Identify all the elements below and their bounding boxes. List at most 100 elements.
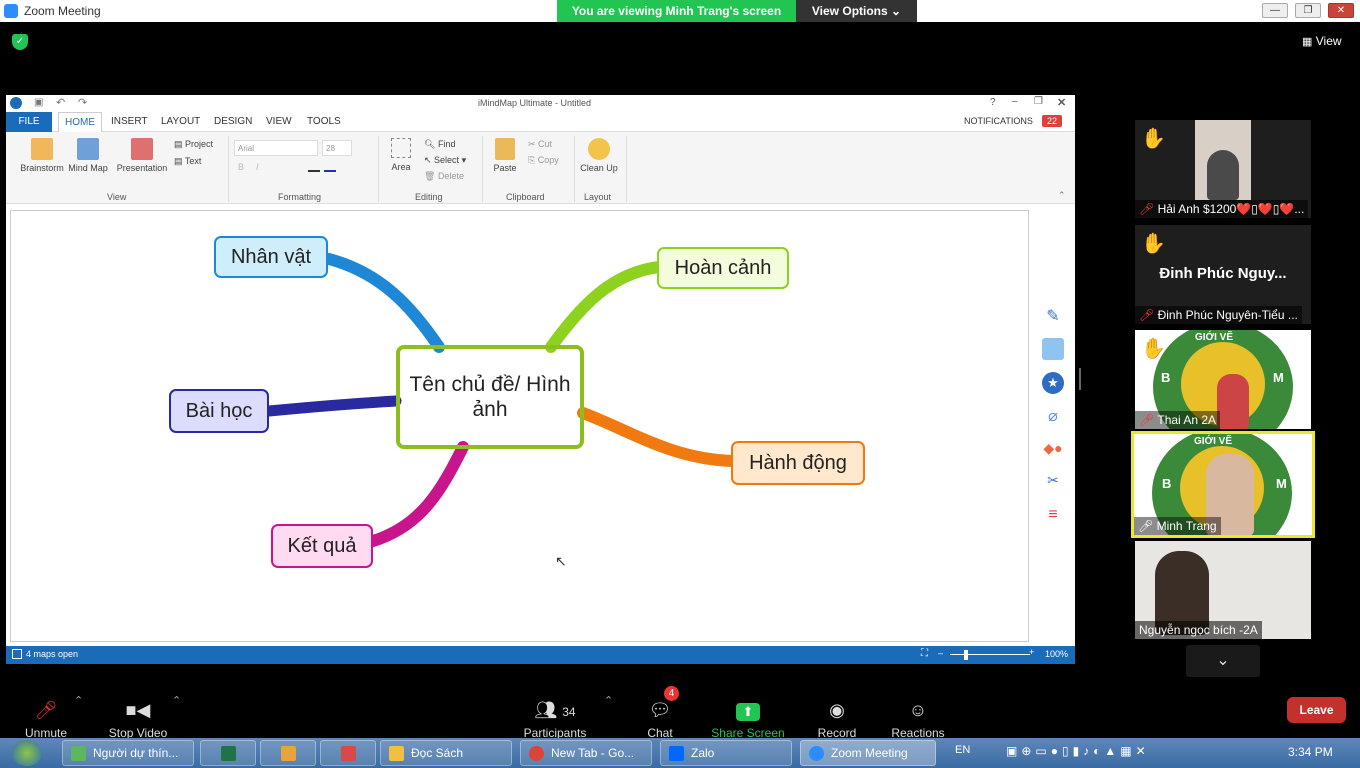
grid-icon: ▦	[1302, 36, 1313, 48]
unmute-button[interactable]: 🎤︎ Unmute	[18, 700, 74, 740]
share-screen-button[interactable]: ⬆ Share Screen	[710, 700, 786, 740]
maximize-button[interactable]: ❐	[1295, 3, 1321, 18]
branch-node-hoan-canh[interactable]: Hoàn cảnh	[657, 247, 789, 289]
clean-up-button[interactable]: Clean Up	[578, 138, 620, 173]
taskbar-item-zalo[interactable]: Zalo	[660, 740, 792, 766]
tab-layout[interactable]: LAYOUT	[161, 116, 200, 127]
zoom-title-bar: Zoom Meeting You are viewing Minh Trang'…	[0, 0, 1360, 22]
presentation-button[interactable]: Presentation	[114, 138, 170, 173]
text-color-icon[interactable]	[324, 170, 336, 172]
video-camera-icon: ■◀	[125, 700, 151, 720]
font-size-select[interactable]: 28	[322, 140, 352, 156]
save-icon[interactable]: ▣	[34, 97, 43, 108]
mindmap-canvas[interactable]: Tên chủ đề/ Hình ảnh Nhân vật Hoàn cảnh …	[10, 210, 1029, 642]
shapes-icon[interactable]: ◆●	[1042, 440, 1064, 462]
undo-icon[interactable]: ↶	[56, 96, 65, 109]
project-button[interactable]: ▤ Project	[174, 139, 213, 150]
bold-icon[interactable]: B	[238, 162, 244, 172]
view-options-button[interactable]: View Options ⌄	[796, 0, 917, 22]
image-icon[interactable]	[1042, 338, 1064, 360]
participant-tile[interactable]: ✋ Đinh Phúc Nguy... 🎤︎ Đinh Phúc Nguyên-…	[1135, 225, 1311, 324]
start-button[interactable]	[12, 740, 42, 766]
notifications-badge: 22	[1042, 115, 1063, 127]
language-indicator[interactable]: EN	[955, 744, 970, 756]
participants-options-caret[interactable]: ⌃	[604, 694, 613, 707]
system-clock[interactable]: 3:34 PM	[1288, 745, 1333, 759]
mind-map-button[interactable]: Mind Map	[66, 138, 110, 173]
branch-node-ket-qua[interactable]: Kết quả	[271, 524, 373, 568]
taskbar-item-zoom[interactable]: Zoom Meeting	[800, 740, 936, 766]
taskbar-item-app[interactable]	[320, 740, 376, 766]
branch-node-bai-hoc[interactable]: Bài học	[169, 389, 269, 433]
redo-icon[interactable]: ↷	[78, 96, 87, 109]
zoom-slider-thumb[interactable]	[964, 650, 968, 660]
imm-restore-button[interactable]: ❐	[1034, 96, 1043, 107]
tab-view[interactable]: VIEW	[266, 116, 292, 127]
taskbar-item-new-tab[interactable]: New Tab - Go...	[520, 740, 652, 766]
central-topic[interactable]: Tên chủ đề/ Hình ảnh	[396, 345, 584, 449]
cut-button[interactable]: ✂ Cut	[528, 139, 552, 150]
brainstorm-button[interactable]: Brainstorm	[14, 138, 70, 173]
taskbar-item-doc-sach[interactable]: Đọc Sách	[380, 740, 512, 766]
font-family-select[interactable]: Arial	[234, 140, 318, 156]
star-icon[interactable]: ★	[1042, 372, 1064, 394]
delete-button[interactable]: 🗑︎ Delete	[424, 171, 464, 182]
participant-tile[interactable]: ✋ 🎤︎ Hải Anh $1200❤️▯❤️▯❤️...	[1135, 120, 1311, 218]
close-button[interactable]: ✕	[1328, 3, 1354, 18]
paste-button[interactable]: Paste	[490, 138, 520, 173]
taskbar-item-participants[interactable]: Người dự thín...	[62, 740, 194, 766]
security-shield-icon[interactable]: ✓	[12, 34, 28, 50]
taskbar-item-excel[interactable]	[200, 740, 256, 766]
find-button[interactable]: 🔍︎ Find	[424, 139, 455, 150]
zoom-out-icon[interactable]: –	[938, 648, 943, 658]
tab-tools[interactable]: TOOLS	[307, 116, 341, 127]
notifications-label[interactable]: NOTIFICATIONS	[964, 116, 1033, 126]
record-button[interactable]: ◉ Record	[814, 700, 860, 740]
brainstorm-icon	[31, 138, 53, 160]
branch-node-hanh-dong[interactable]: Hành động	[731, 441, 865, 485]
pencil-icon[interactable]: ✎	[1042, 306, 1064, 328]
editing-group-label: Editing	[415, 192, 443, 202]
zoom-in-icon[interactable]: +	[1029, 647, 1034, 657]
leave-button[interactable]: Leave	[1287, 697, 1346, 723]
tab-home[interactable]: HOME	[58, 112, 102, 133]
system-tray-icons[interactable]: ▣⊕▭●▯▮♪◐▲▦✕	[1006, 744, 1150, 758]
participants-button[interactable]: 👥︎ 34 Participants	[520, 700, 590, 740]
reactions-button[interactable]: ☺ Reactions	[888, 700, 948, 740]
zoom-slider[interactable]	[950, 654, 1030, 655]
video-options-caret[interactable]: ⌃	[172, 694, 181, 707]
text-button[interactable]: ▤ Text	[174, 156, 201, 167]
chat-button[interactable]: 💬︎ Chat	[640, 700, 680, 740]
scissors-icon[interactable]: ✂	[1042, 472, 1064, 494]
select-button[interactable]: ↖ Select ▾	[424, 155, 466, 166]
branch-node-nhan-vat[interactable]: Nhân vật	[214, 236, 328, 278]
imm-minimize-button[interactable]: –	[1012, 96, 1018, 107]
help-icon[interactable]: ?	[990, 97, 996, 108]
tab-design[interactable]: DESIGN	[214, 116, 252, 127]
panel-divider-handle[interactable]	[1079, 368, 1081, 390]
muted-mic-icon: 🎤︎	[1139, 308, 1155, 322]
collapse-ribbon-icon[interactable]: ⌃	[1058, 190, 1066, 201]
stop-video-button[interactable]: ■◀ Stop Video	[104, 700, 172, 740]
view-layout-button[interactable]: ▦ View	[1302, 34, 1342, 48]
participant-tile[interactable]: Nguyễn ngọc bích -2A	[1135, 541, 1311, 639]
participant-name: Nguyễn ngọc bích -2A	[1135, 621, 1262, 639]
scroll-down-chevron-icon[interactable]: ⌄	[1186, 645, 1260, 677]
copy-button[interactable]: ⎘ Copy	[528, 155, 559, 166]
area-button[interactable]: Area	[386, 138, 416, 172]
tab-insert[interactable]: INSERT	[111, 116, 148, 127]
fit-screen-icon[interactable]: ⛶	[921, 648, 928, 659]
imm-close-button[interactable]: ✕	[1057, 96, 1066, 109]
club-letter-b: B	[1161, 370, 1171, 385]
participant-tile[interactable]: GIỚI VẼ B M ✋ 🎤︎ Thai An 2A	[1135, 330, 1311, 429]
minimize-button[interactable]: —	[1262, 3, 1288, 18]
audio-options-caret[interactable]: ⌃	[74, 694, 83, 707]
tab-file[interactable]: FILE	[6, 112, 52, 132]
taskbar-item-media[interactable]	[260, 740, 316, 766]
attachment-icon[interactable]: ⌀	[1042, 406, 1064, 428]
line-color-icon[interactable]	[308, 170, 320, 172]
chrome-icon	[71, 746, 86, 761]
italic-icon[interactable]: I	[256, 162, 259, 172]
align-icon[interactable]: ≡	[1042, 506, 1064, 528]
participant-tile-active-speaker[interactable]: GIỚI VẼ B M 🎤︎ Minh Trang	[1131, 431, 1315, 538]
